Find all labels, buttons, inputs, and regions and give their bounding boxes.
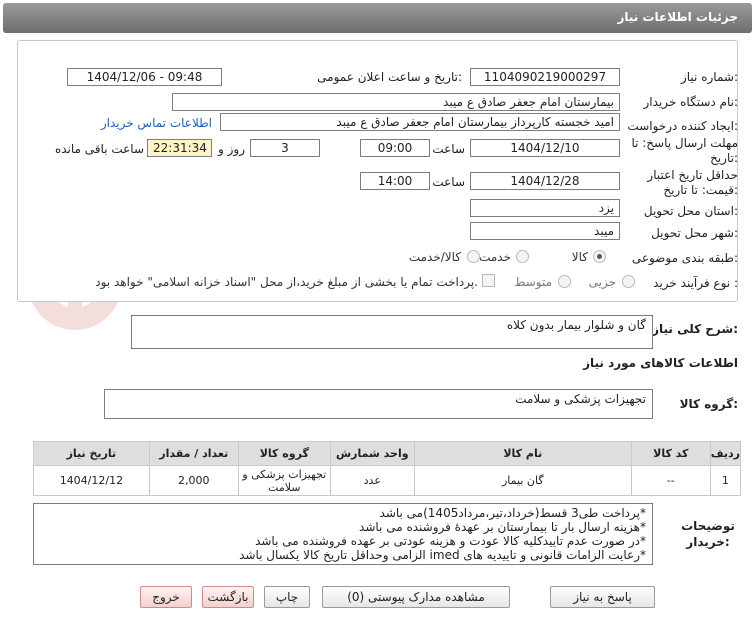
days-remaining-field: 3 bbox=[250, 139, 320, 157]
category-option-goods: کالا bbox=[571, 250, 588, 264]
reply-deadline-time-label: ساعت bbox=[432, 142, 465, 156]
province-label: استان محل تحویل: bbox=[643, 204, 738, 218]
page-title: جزئیات اطلاعات نیاز bbox=[617, 10, 738, 24]
category-radio-goods[interactable] bbox=[593, 250, 606, 263]
announce-date-label: تاریخ و ساعت اعلان عمومی: bbox=[317, 70, 462, 84]
column-header: واحد شمارش bbox=[329, 441, 415, 466]
price-validity-time-field: 14:00 bbox=[360, 172, 430, 190]
goods-group-label: گروه کالا: bbox=[679, 397, 738, 411]
buyer-note-line: *هزینه ارسال بار تا بیمارستان بر عهدهٔ ف… bbox=[359, 520, 646, 534]
column-header: نام کالا bbox=[413, 441, 632, 466]
province-field: یزد bbox=[470, 199, 620, 217]
print-button[interactable]: چاپ bbox=[264, 586, 310, 608]
process-option-minor: جزیی bbox=[588, 275, 616, 289]
time-remaining-label: ساعت باقی مانده bbox=[54, 142, 144, 156]
category-radio-goods-service[interactable] bbox=[467, 250, 480, 263]
buyer-note-line: *رعایت الزامات قانونی و تاییدیه های imed… bbox=[239, 548, 646, 562]
column-header: تعداد / مقدار bbox=[148, 441, 239, 466]
process-radio-minor[interactable] bbox=[622, 275, 635, 288]
buyer-contact-link[interactable]: اطلاعات تماس خریدار bbox=[101, 116, 212, 130]
requester-field: امید خجسته کارپرداز بیمارستان امام جعفر … bbox=[220, 113, 620, 131]
cell-quantity: 2,000 bbox=[148, 465, 239, 496]
column-header: گروه کالا bbox=[237, 441, 331, 466]
column-header: تاریخ نیاز bbox=[33, 441, 150, 466]
need-number-field: 1104090219000297 bbox=[470, 68, 620, 86]
buyer-org-label: نام دستگاه خریدار: bbox=[643, 95, 739, 109]
goods-info-heading: اطلاعات کالاهای مورد نیاز bbox=[583, 356, 738, 370]
requester-label: ایجاد کننده درخواست: bbox=[627, 119, 738, 133]
category-radio-service[interactable] bbox=[516, 250, 529, 263]
treasury-payment-checkbox[interactable] bbox=[482, 274, 495, 287]
back-button[interactable]: بازگشت bbox=[202, 586, 254, 608]
price-validity-date-field: 1404/12/28 bbox=[470, 172, 620, 190]
cell-item-code: -- bbox=[630, 465, 711, 496]
process-label: نوع فرآیند خرید : bbox=[653, 276, 738, 290]
exit-button[interactable]: خروج bbox=[140, 586, 192, 608]
reply-deadline-label: مهلت ارسال پاسخ: تا تاریخ: bbox=[631, 136, 738, 165]
category-option-service: خدمت bbox=[479, 250, 511, 264]
buyer-notes-label: توضیحات خریدار: bbox=[681, 519, 735, 549]
city-field: میبد bbox=[470, 222, 620, 240]
days-label: روز و bbox=[218, 142, 245, 156]
buyer-note-line: *پرداخت طی3 قسط(خرداد،تیر،مرداد1405)می ب… bbox=[379, 506, 646, 520]
items-table: ردیف کد کالا نام کالا واحد شمارش گروه کا… bbox=[33, 441, 742, 496]
summary-field: گان و شلوار بیمار بدون کلاه bbox=[131, 315, 653, 349]
need-number-label: شماره نیاز: bbox=[680, 70, 738, 84]
reply-deadline-date-field: 1404/12/10 bbox=[470, 139, 620, 157]
process-radio-medium[interactable] bbox=[558, 275, 571, 288]
view-attachments-button[interactable]: مشاهده مدارک پیوستی (0) bbox=[322, 586, 510, 608]
goods-group-field: تجهیزات پزشکی و سلامت bbox=[104, 389, 653, 419]
title-bar: جزئیات اطلاعات نیاز bbox=[3, 3, 752, 33]
price-validity-time-label: ساعت bbox=[432, 175, 465, 189]
buyer-notes-field: *پرداخت طی3 قسط(خرداد،تیر،مرداد1405)می ب… bbox=[33, 503, 653, 565]
reply-button[interactable]: پاسخ به نیاز bbox=[550, 586, 655, 608]
table-header-row: ردیف کد کالا نام کالا واحد شمارش گروه کا… bbox=[33, 441, 742, 466]
column-header: کد کالا bbox=[630, 441, 711, 466]
cell-item-name: گان بیمار bbox=[413, 465, 632, 496]
column-header: ردیف bbox=[709, 441, 742, 466]
cell-item-group: تجهیزات پزشکی و سلامت bbox=[237, 465, 331, 496]
price-validity-label: حداقل تاریخ اعتبار قیمت: تا تاریخ: bbox=[647, 168, 738, 197]
table-row: 1 -- گان بیمار عدد تجهیزات پزشکی و سلامت… bbox=[33, 465, 742, 496]
cell-row-number: 1 bbox=[709, 465, 742, 496]
cell-need-date: 1404/12/12 bbox=[33, 465, 150, 496]
buyer-note-line: *در صورت عدم تاییدکلیه کالا عودت و هزینه… bbox=[255, 534, 646, 548]
treasury-payment-note: پرداخت تمام یا بخشی از مبلغ خرید،از محل … bbox=[95, 275, 478, 289]
buyer-org-field: بیمارستان امام جعفر صادق ع میبد bbox=[172, 93, 620, 111]
summary-label: شرح کلی نیاز: bbox=[652, 322, 738, 336]
category-option-goods-service: کالا/خدمت bbox=[408, 250, 461, 264]
city-label: شهر محل تحویل: bbox=[651, 226, 738, 240]
reply-deadline-time-field: 09:00 bbox=[360, 139, 430, 157]
process-option-medium: متوسط bbox=[514, 275, 552, 289]
time-remaining-field: 22:31:34 bbox=[147, 139, 212, 157]
category-label: طبقه بندی موضوعی: bbox=[631, 251, 738, 265]
announce-date-field: 1404/12/06 - 09:48 bbox=[67, 68, 222, 86]
cell-unit: عدد bbox=[329, 465, 415, 496]
